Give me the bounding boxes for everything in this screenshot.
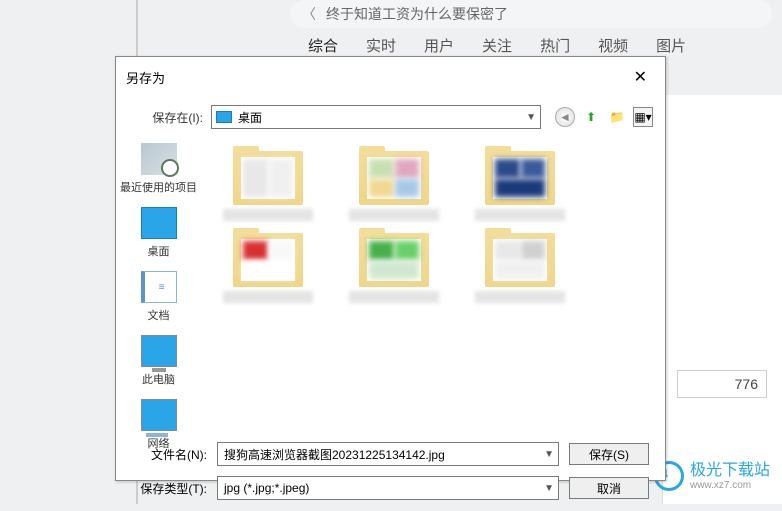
places-sidebar: 最近使用的项目 桌面 文档 此电脑 网络 bbox=[116, 135, 201, 431]
sidebar-documents[interactable]: 文档 bbox=[141, 271, 177, 323]
network-icon bbox=[141, 399, 177, 431]
chevron-down-icon[interactable]: ▼ bbox=[544, 483, 554, 494]
filename-label: 文件名(N): bbox=[132, 446, 207, 463]
save-as-dialog: 另存为 ✕ 保存在(I): 桌面 ▼ ◄ ⬆ 📁 ▦▾ 最近使用的项目 桌面 bbox=[115, 56, 666, 481]
documents-icon bbox=[141, 271, 177, 303]
desktop-icon bbox=[216, 111, 232, 123]
close-button[interactable]: ✕ bbox=[626, 65, 655, 89]
new-folder-icon[interactable]: 📁 bbox=[607, 107, 627, 127]
save-in-label: 保存在(I): bbox=[128, 109, 203, 126]
save-in-value: 桌面 bbox=[238, 109, 262, 126]
folder-item[interactable] bbox=[209, 227, 327, 303]
nav-back-icon[interactable]: ◄ bbox=[555, 107, 575, 127]
folder-item[interactable] bbox=[461, 145, 579, 221]
save-button[interactable]: 保存(S) bbox=[569, 443, 649, 465]
file-list[interactable] bbox=[201, 135, 665, 431]
view-menu-icon[interactable]: ▦▾ bbox=[633, 107, 653, 127]
filetype-label: 保存类型(T): bbox=[132, 480, 207, 497]
folder-item[interactable] bbox=[209, 145, 327, 221]
nav-up-icon[interactable]: ⬆ bbox=[581, 107, 601, 127]
pc-icon bbox=[141, 335, 177, 367]
chevron-down-icon[interactable]: ▼ bbox=[544, 449, 554, 460]
folder-item[interactable] bbox=[461, 227, 579, 303]
recent-icon bbox=[141, 143, 177, 175]
folder-item[interactable] bbox=[335, 227, 453, 303]
right-panel bbox=[662, 95, 782, 504]
site-logo: 极光下载站 www.xz7.com bbox=[654, 461, 770, 492]
sidebar-network[interactable]: 网络 bbox=[141, 399, 177, 451]
desktop-icon bbox=[141, 207, 177, 239]
filename-input[interactable]: 搜狗高速浏览器截图20231225134142.jpg ▼ bbox=[217, 442, 559, 466]
sidebar-desktop[interactable]: 桌面 bbox=[141, 207, 177, 259]
filetype-combo[interactable]: jpg (*.jpg;*.jpeg) ▼ bbox=[217, 476, 559, 500]
bg-number-input[interactable]: 776 bbox=[677, 370, 767, 398]
folder-item[interactable] bbox=[335, 145, 453, 221]
save-in-combo[interactable]: 桌面 ▼ bbox=[211, 105, 541, 129]
sidebar-this-pc[interactable]: 此电脑 bbox=[141, 335, 177, 387]
cancel-button[interactable]: 取消 bbox=[569, 477, 649, 499]
dialog-title: 另存为 bbox=[126, 68, 165, 87]
sidebar-recent[interactable]: 最近使用的项目 bbox=[120, 143, 197, 195]
chevron-down-icon: ▼ bbox=[526, 112, 536, 123]
